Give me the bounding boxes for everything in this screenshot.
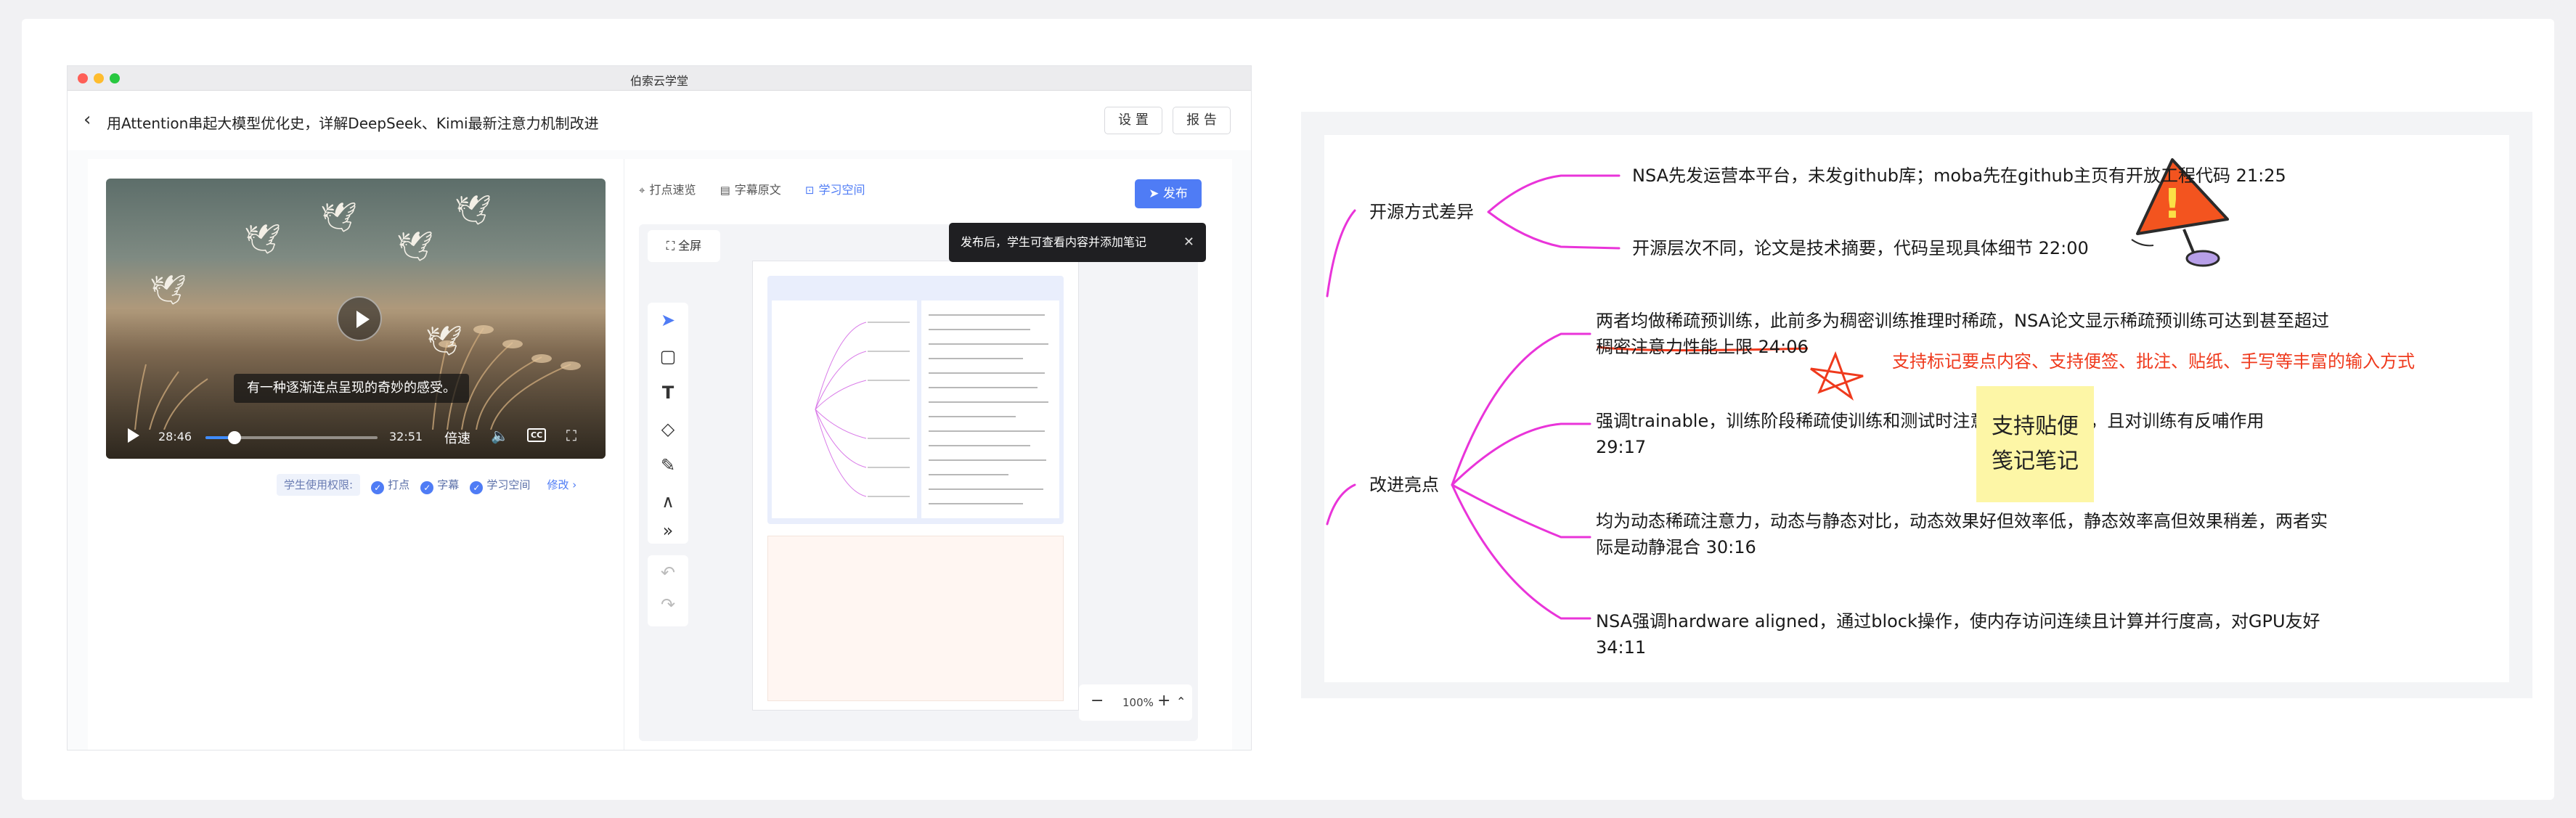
sticky-note-line: 笺记笔记: [1992, 449, 2079, 474]
leaf-text: 均为动态稀疏注意力，动态与静态对比，动态效果好但效率低，静态效率高但效果稍差，两…: [1596, 511, 2328, 531]
leaf-text: 29:17: [1596, 437, 1647, 457]
leaf-text: 34:11: [1596, 637, 1647, 658]
leaf-text: 际是动静混合 30:16: [1596, 537, 1756, 557]
branch-improvements: 改进亮点: [1369, 475, 1439, 495]
leaf-text: NSA强调hardware aligned，通过block操作，使内存访问连续且…: [1596, 611, 2320, 631]
leaf-text: 两者均做稀疏预训练，此前多为稠密训练推理时稀疏，NSA论文显示稀疏预训练可达到甚…: [1596, 311, 2330, 331]
sticky-note-line: 支持贴便: [1992, 414, 2079, 439]
leaf-text: 开源层次不同，论文是技术摘要，代码呈现具体细节 22:00: [1632, 238, 2089, 258]
star-sticker-icon: [1810, 351, 1864, 401]
leaf-text: 稠密注意力性能上限 24:06: [1596, 337, 1809, 357]
leaf-text: NSA先发运营本平台，未发github库；moba先在github主页有开放工程…: [1632, 165, 2286, 186]
branch-open-source: 开源方式差异: [1369, 202, 1474, 222]
sticky-note[interactable]: 支持贴便 笺记笔记: [1976, 386, 2094, 502]
leaf-text: 强调trainable，训练阶段稀疏使训练和测试时注意力模式无gap，且对训练有…: [1596, 411, 2265, 431]
annotation-text: 支持标记要点内容、支持便签、批注、贴纸、手写等丰富的输入方式: [1892, 351, 2415, 372]
